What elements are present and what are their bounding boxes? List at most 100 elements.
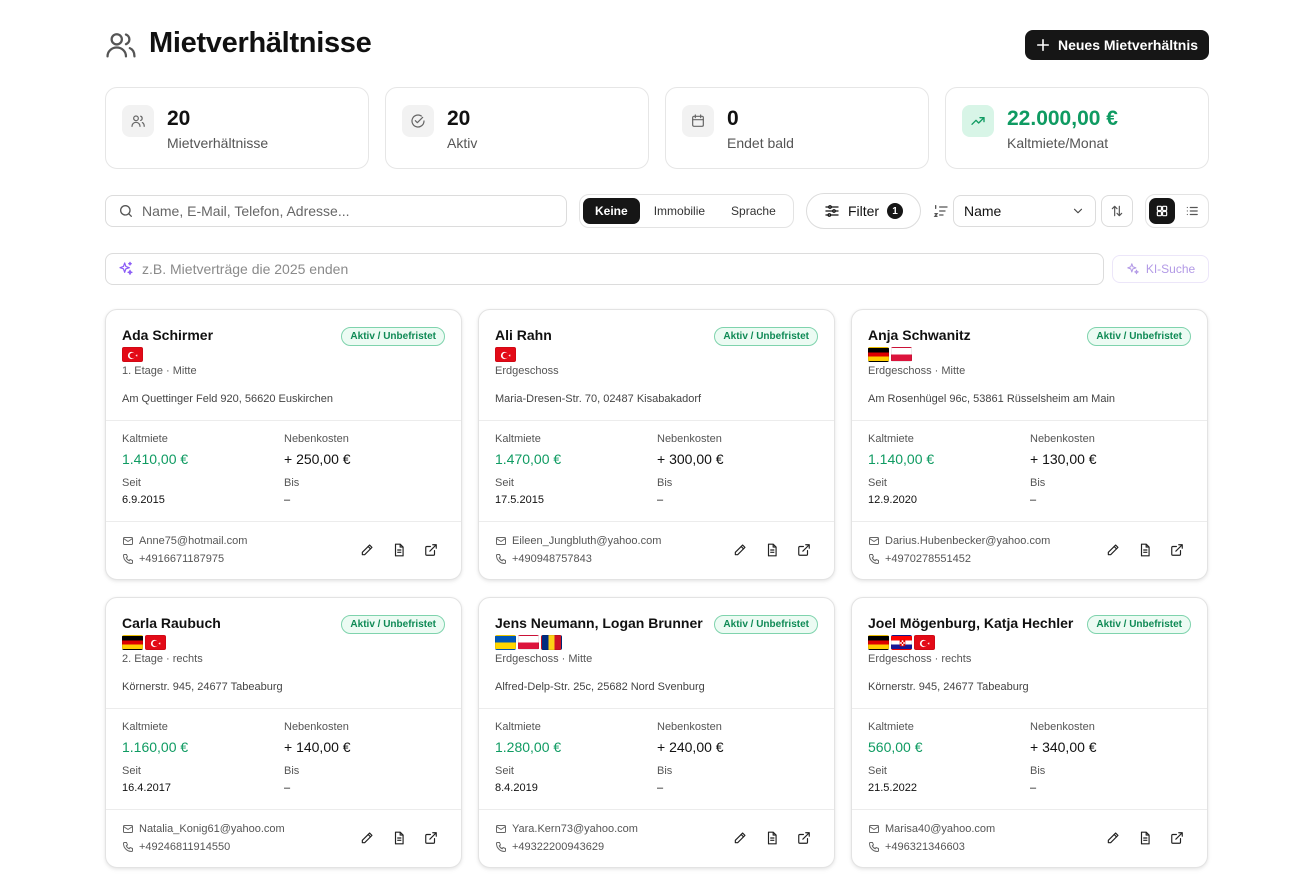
language-flags: [495, 347, 516, 362]
document-button[interactable]: [762, 540, 782, 560]
flag-de-icon: [868, 635, 889, 650]
list-view-button[interactable]: [1179, 198, 1205, 224]
document-button[interactable]: [1135, 828, 1155, 848]
status-badge: Aktiv / Unbefristet: [1087, 327, 1191, 346]
contact-email[interactable]: Natalia_Konig61@yahoo.com: [122, 823, 285, 835]
filter-button[interactable]: Filter 1: [806, 193, 921, 229]
kaltmiete-value: 1.160,00 €: [122, 739, 189, 755]
sort-list-icon: [933, 203, 949, 219]
contact-phone[interactable]: +49322200943629: [495, 841, 604, 853]
open-external-button[interactable]: [1167, 540, 1187, 560]
divider: [106, 708, 461, 709]
edit-button[interactable]: [357, 828, 377, 848]
phone-text: +490948757843: [512, 553, 592, 565]
mail-icon: [869, 537, 879, 545]
group-by-toggle: Keine Immobilie Sprache: [579, 194, 794, 228]
trending-up-icon: [962, 105, 994, 137]
group-option-none[interactable]: Keine: [583, 198, 640, 224]
language-flags: [122, 635, 166, 650]
pencil-icon: [1107, 832, 1119, 844]
contact-email[interactable]: Darius.Hubenbecker@yahoo.com: [868, 535, 1050, 547]
document-button[interactable]: [762, 828, 782, 848]
contact-email[interactable]: Eileen_Jungbluth@yahoo.com: [495, 535, 661, 547]
phone-icon: [496, 842, 506, 852]
email-text: Darius.Hubenbecker@yahoo.com: [885, 535, 1051, 547]
nebenkosten-value: + 340,00 €: [1030, 739, 1097, 755]
document-button[interactable]: [1135, 540, 1155, 560]
open-external-button[interactable]: [794, 540, 814, 560]
nebenkosten-label: Nebenkosten: [1030, 721, 1095, 733]
contact-phone[interactable]: +4916671187975: [122, 553, 224, 565]
stat-label: Aktiv: [447, 135, 478, 151]
contact-phone[interactable]: +49246811914550: [122, 841, 230, 853]
language-flags: [495, 635, 562, 650]
sort-select[interactable]: Name: [953, 195, 1096, 227]
edit-button[interactable]: [357, 540, 377, 560]
sparkles-icon: [1127, 263, 1139, 275]
tenant-name: Jens Neumann, Logan Brunner: [495, 615, 703, 631]
since-value: 21.5.2022: [868, 782, 917, 794]
document-button[interactable]: [389, 540, 409, 560]
grid-view-button[interactable]: [1149, 198, 1175, 224]
tenancy-card[interactable]: Jens Neumann, Logan Brunner Aktiv / Unbe…: [478, 597, 835, 868]
arrow-up-down-icon: [1111, 205, 1123, 217]
until-value: –: [1030, 782, 1037, 794]
tenancy-card[interactable]: Ali Rahn Aktiv / Unbefristet Erdgeschoss…: [478, 309, 835, 580]
sort-direction-button[interactable]: [1101, 195, 1133, 227]
status-badge: Aktiv / Unbefristet: [341, 615, 445, 634]
flag-ro-icon: [541, 635, 562, 650]
tenancy-card[interactable]: Ada Schirmer Aktiv / Unbefristet 1. Etag…: [105, 309, 462, 580]
mail-icon: [496, 825, 506, 833]
stat-card-tenancies: 20 Mietverhältnisse: [105, 87, 369, 169]
document-button[interactable]: [389, 828, 409, 848]
divider: [852, 420, 1207, 421]
edit-button[interactable]: [1103, 540, 1123, 560]
mail-icon: [123, 825, 133, 833]
edit-button[interactable]: [730, 828, 750, 848]
since-label: Seit: [868, 477, 887, 489]
since-label: Seit: [122, 477, 141, 489]
since-value: 16.4.2017: [122, 782, 171, 794]
new-tenancy-button[interactable]: Neues Mietverhältnis: [1025, 30, 1209, 60]
open-external-button[interactable]: [794, 828, 814, 848]
file-text-icon: [767, 543, 777, 557]
kaltmiete-label: Kaltmiete: [868, 721, 914, 733]
contact-email[interactable]: Yara.Kern73@yahoo.com: [495, 823, 638, 835]
open-external-button[interactable]: [1167, 828, 1187, 848]
tenancy-card[interactable]: Carla Raubuch Aktiv / Unbefristet 2. Eta…: [105, 597, 462, 868]
search-icon: [120, 205, 132, 217]
ai-search-button[interactable]: KI-Suche: [1112, 255, 1209, 283]
stat-card-ending-soon: 0 Endet bald: [665, 87, 929, 169]
search-input[interactable]: [142, 203, 566, 219]
kaltmiete-value: 1.470,00 €: [495, 451, 562, 467]
contact-email[interactable]: Marisa40@yahoo.com: [868, 823, 995, 835]
contact-phone[interactable]: +496321346603: [868, 841, 965, 853]
email-text: Eileen_Jungbluth@yahoo.com: [512, 535, 662, 547]
flag-ua-icon: [495, 635, 516, 650]
ai-search-input[interactable]: [142, 261, 1103, 277]
filter-count-badge: 1: [887, 203, 904, 219]
nebenkosten-value: + 300,00 €: [657, 451, 724, 467]
open-external-button[interactable]: [421, 540, 441, 560]
tenancy-card[interactable]: Joel Mögenburg, Katja Hechler Aktiv / Un…: [851, 597, 1208, 868]
nebenkosten-label: Nebenkosten: [284, 721, 349, 733]
group-option-property[interactable]: Immobilie: [642, 198, 717, 224]
edit-button[interactable]: [730, 540, 750, 560]
group-option-language[interactable]: Sprache: [719, 198, 788, 224]
contact-phone[interactable]: +4970278551452: [868, 553, 971, 565]
kaltmiete-label: Kaltmiete: [495, 721, 541, 733]
open-external-button[interactable]: [421, 828, 441, 848]
until-value: –: [284, 782, 291, 794]
phone-text: +49246811914550: [139, 841, 231, 853]
kaltmiete-label: Kaltmiete: [122, 433, 168, 445]
tenant-name: Joel Mögenburg, Katja Hechler: [868, 615, 1074, 631]
stat-card-active: 20 Aktiv: [385, 87, 649, 169]
phone-text: +4970278551452: [885, 553, 971, 565]
phone-text: +49322200943629: [512, 841, 605, 853]
contact-phone[interactable]: +490948757843: [495, 553, 592, 565]
contact-email[interactable]: Anne75@hotmail.com: [122, 535, 247, 547]
phone-icon: [869, 554, 879, 564]
tenancy-card[interactable]: Anja Schwanitz Aktiv / Unbefristet Erdge…: [851, 309, 1208, 580]
users-icon: [122, 105, 154, 137]
edit-button[interactable]: [1103, 828, 1123, 848]
